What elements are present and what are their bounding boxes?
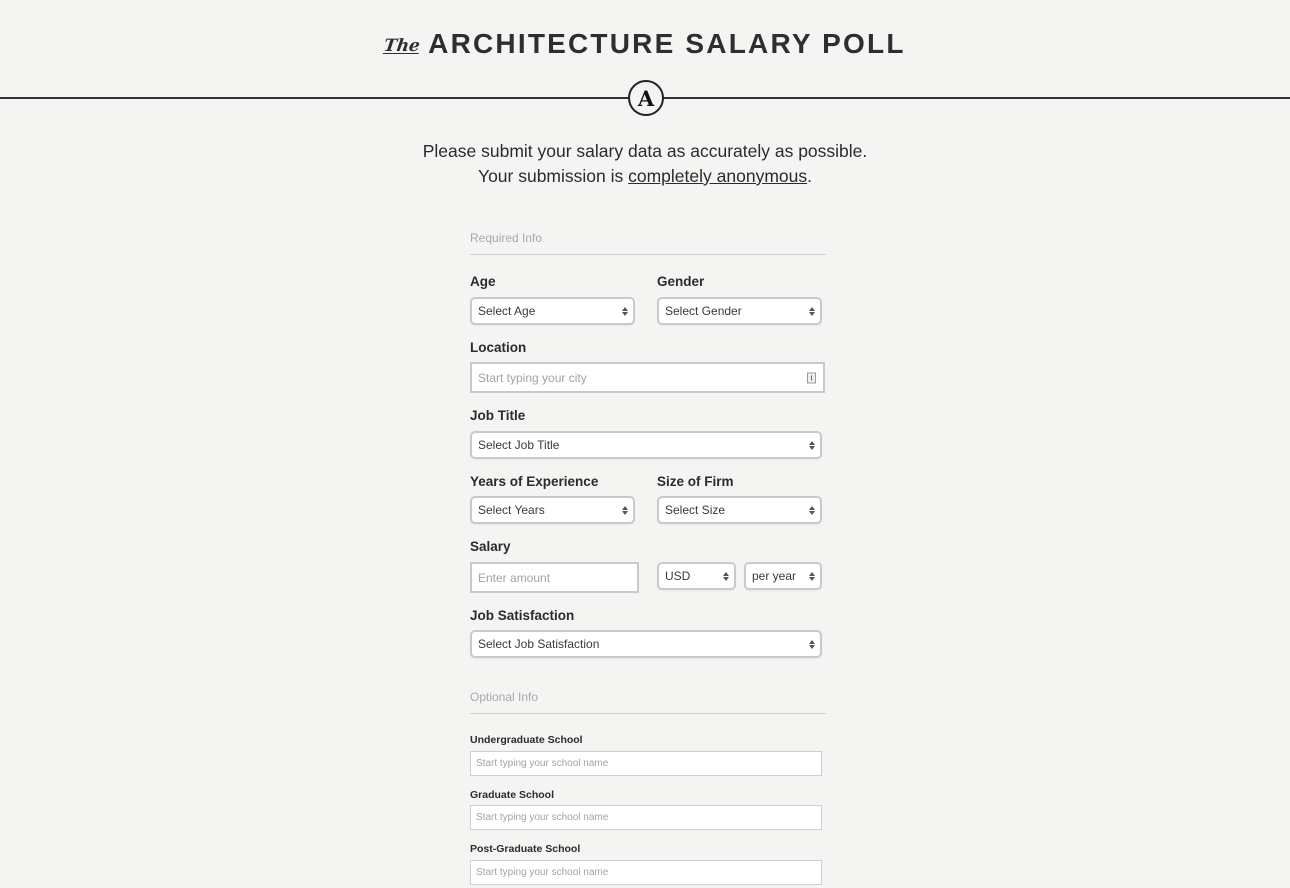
currency-select-value: USD (665, 569, 691, 583)
masthead: The ARCHITECTURE SALARY POLL (0, 28, 1290, 60)
grad-input[interactable]: Start typing your school name (470, 805, 822, 830)
gender-label: Gender (657, 274, 705, 289)
grad-placeholder: Start typing your school name (476, 812, 609, 823)
firm-size-label: Size of Firm (657, 474, 734, 489)
currency-select[interactable]: USD (657, 562, 736, 590)
job-title-label: Job Title (470, 408, 526, 423)
select-arrows-icon (809, 638, 815, 650)
intro-line-2: Your submission is completely anonymous. (0, 164, 1290, 189)
satisfaction-select[interactable]: Select Job Satisfaction (470, 630, 822, 658)
period-select[interactable]: per year (744, 562, 822, 590)
firm-size-select[interactable]: Select Size (657, 496, 822, 524)
undergrad-input[interactable]: Start typing your school name (470, 751, 822, 776)
satisfaction-select-value: Select Job Satisfaction (478, 637, 600, 651)
select-arrows-icon (809, 570, 815, 582)
gender-select[interactable]: Select Gender (657, 297, 822, 325)
location-placeholder: Start typing your city (478, 370, 587, 385)
postgrad-input[interactable]: Start typing your school name (470, 860, 822, 885)
salary-input[interactable]: Enter amount (470, 562, 639, 593)
salary-placeholder: Enter amount (478, 570, 551, 585)
intro-text: Please submit your salary data as accura… (0, 139, 1290, 189)
age-select-value: Select Age (478, 304, 536, 318)
contact-card-icon[interactable] (807, 372, 816, 383)
age-label: Age (470, 274, 496, 289)
logo-icon: A (628, 80, 664, 116)
intro-line-2-prefix: Your submission is (478, 166, 629, 186)
period-select-value: per year (752, 569, 797, 583)
postgrad-placeholder: Start typing your school name (476, 867, 609, 878)
undergrad-placeholder: Start typing your school name (476, 758, 609, 769)
salary-label: Salary (470, 539, 511, 554)
title-prefix: The (382, 36, 422, 56)
select-arrows-icon (809, 504, 815, 516)
intro-line-1: Please submit your salary data as accura… (422, 141, 868, 161)
required-info-heading: Required Info (470, 231, 826, 255)
firm-size-select-value: Select Size (665, 503, 726, 517)
gender-select-value: Select Gender (665, 304, 742, 318)
age-select[interactable]: Select Age (470, 297, 635, 325)
job-title-select-value: Select Job Title (478, 438, 560, 452)
years-label: Years of Experience (470, 474, 599, 489)
location-label: Location (470, 340, 527, 355)
anonymous-link[interactable]: completely anonymous (628, 166, 807, 186)
select-arrows-icon (622, 504, 628, 516)
select-arrows-icon (809, 439, 815, 451)
grad-label: Graduate School (470, 789, 555, 801)
select-arrows-icon (809, 305, 815, 317)
optional-info-heading: Optional Info (470, 690, 826, 714)
years-select[interactable]: Select Years (470, 496, 635, 524)
job-title-select[interactable]: Select Job Title (470, 431, 822, 459)
years-select-value: Select Years (478, 503, 545, 517)
select-arrows-icon (622, 305, 628, 317)
page-title: ARCHITECTURE SALARY POLL (428, 28, 906, 59)
satisfaction-label: Job Satisfaction (470, 608, 575, 623)
undergrad-label: Undergraduate School (470, 734, 583, 746)
intro-line-2-suffix: . (807, 166, 812, 186)
location-input[interactable]: Start typing your city (470, 362, 825, 393)
postgrad-label: Post-Graduate School (470, 843, 581, 855)
select-arrows-icon (723, 570, 729, 582)
